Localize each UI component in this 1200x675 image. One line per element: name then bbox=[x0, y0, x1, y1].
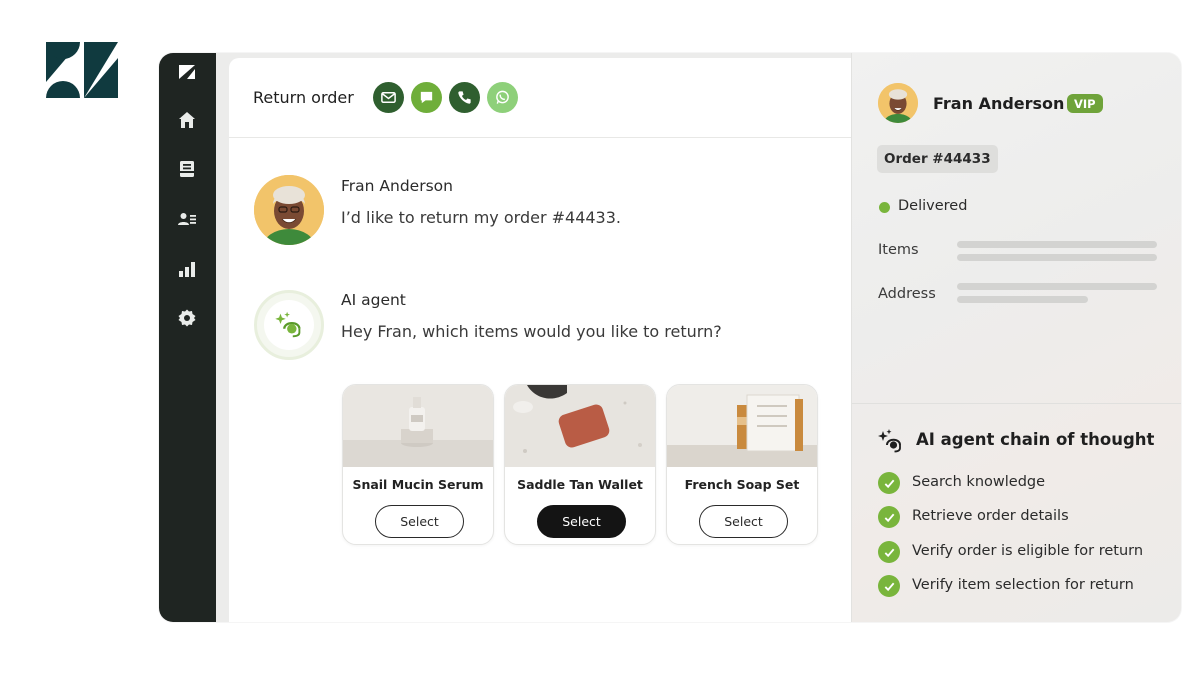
check-circle-icon bbox=[878, 541, 900, 563]
order-number-badge[interactable]: Order #44433 bbox=[877, 145, 998, 173]
delivered-status-dot bbox=[879, 202, 890, 213]
ticket-header: Return order bbox=[229, 58, 851, 138]
cot-step: Verify order is eligible for return bbox=[912, 543, 1144, 559]
customer-message-text: I’d like to return my order #44433. bbox=[341, 208, 621, 227]
customer-avatar-small bbox=[878, 83, 918, 123]
address-label: Address bbox=[878, 286, 936, 302]
ai-agent-avatar bbox=[254, 290, 324, 360]
settings-gear-icon[interactable] bbox=[172, 303, 202, 333]
product-image-soap bbox=[667, 385, 817, 467]
zendesk-logo bbox=[46, 42, 118, 98]
select-wallet-button[interactable]: Select bbox=[537, 505, 626, 538]
customer-message-author: Fran Anderson bbox=[341, 177, 453, 195]
agent-message-author: AI agent bbox=[341, 291, 406, 309]
select-soap-button[interactable]: Select bbox=[699, 505, 788, 538]
app-window: Return order Fran Anderson I’d like to r… bbox=[159, 53, 1181, 622]
whatsapp-icon[interactable] bbox=[487, 82, 518, 113]
product-card-french-soap-set: French Soap Set Select bbox=[666, 384, 818, 545]
product-name: Saddle Tan Wallet bbox=[517, 477, 643, 492]
sidebar-nav bbox=[159, 53, 216, 622]
email-icon[interactable] bbox=[373, 82, 404, 113]
home-icon[interactable] bbox=[172, 105, 202, 135]
customer-avatar bbox=[254, 175, 324, 245]
cot-step: Verify item selection for return bbox=[912, 577, 1134, 593]
ai-sparkle-headset-icon bbox=[878, 429, 901, 453]
items-placeholder-line bbox=[957, 241, 1157, 248]
agent-message-text: Hey Fran, which items would you like to … bbox=[341, 322, 722, 341]
product-card-saddle-tan-wallet: Saddle Tan Wallet Select bbox=[504, 384, 656, 545]
chain-of-thought-title: AI agent chain of thought bbox=[916, 430, 1155, 449]
conversation-panel: Return order Fran Anderson I’d like to r… bbox=[229, 58, 851, 622]
cot-step: Retrieve order details bbox=[912, 508, 1069, 524]
items-placeholder-line bbox=[957, 254, 1157, 261]
customer-name: Fran Anderson bbox=[933, 94, 1065, 113]
product-name: Snail Mucin Serum bbox=[352, 477, 484, 492]
chat-bubble-icon[interactable] bbox=[411, 82, 442, 113]
check-circle-icon bbox=[878, 472, 900, 494]
phone-icon[interactable] bbox=[449, 82, 480, 113]
order-status: Delivered bbox=[898, 198, 968, 214]
select-serum-button[interactable]: Select bbox=[375, 505, 464, 538]
reports-bar-chart-icon[interactable] bbox=[172, 254, 202, 284]
ticket-title: Return order bbox=[253, 88, 354, 107]
contacts-icon[interactable] bbox=[172, 204, 202, 234]
product-image-wallet bbox=[505, 385, 655, 467]
vip-badge: VIP bbox=[1067, 94, 1103, 113]
customer-context-panel: Fran Anderson VIP Order #44433 Delivered… bbox=[851, 53, 1181, 622]
cot-step: Search knowledge bbox=[912, 474, 1046, 490]
product-card-snail-mucin-serum: Snail Mucin Serum Select bbox=[342, 384, 494, 545]
zendesk-z-icon[interactable] bbox=[172, 57, 202, 87]
panel-divider bbox=[852, 403, 1181, 404]
ai-sparkle-headset-icon bbox=[275, 311, 301, 338]
product-image-serum bbox=[343, 385, 493, 467]
check-circle-icon bbox=[878, 575, 900, 597]
items-label: Items bbox=[878, 242, 919, 258]
check-circle-icon bbox=[878, 506, 900, 528]
product-name: French Soap Set bbox=[684, 477, 800, 492]
address-placeholder-line bbox=[957, 283, 1157, 290]
address-placeholder-line bbox=[957, 296, 1088, 303]
inbox-icon[interactable] bbox=[172, 154, 202, 184]
